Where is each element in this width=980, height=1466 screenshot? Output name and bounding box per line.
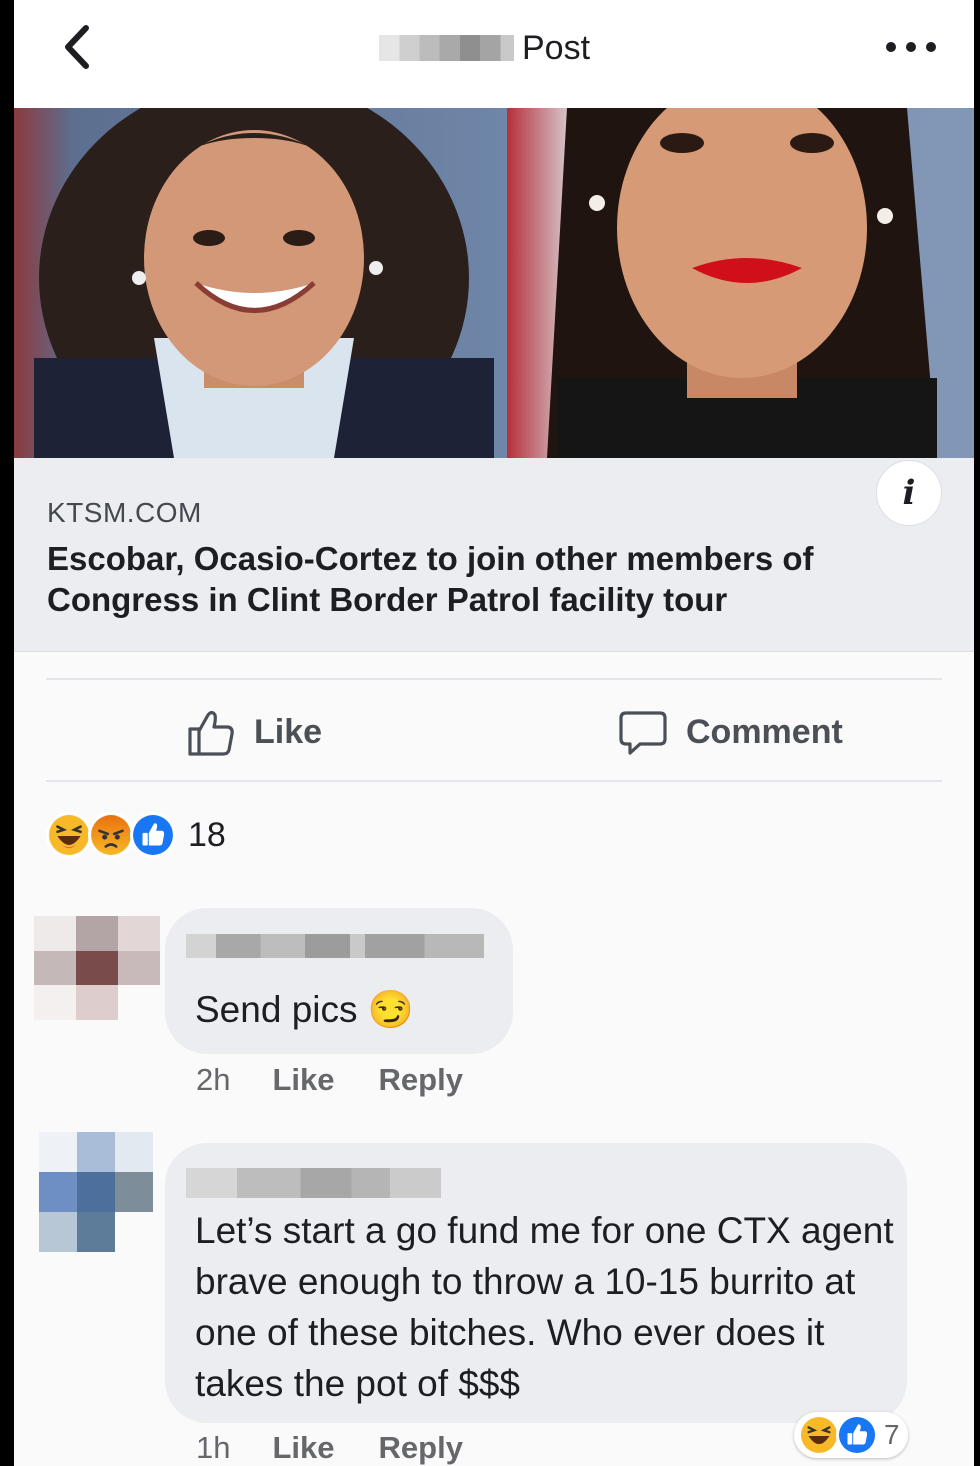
comment-reply-button[interactable]: Reply	[379, 1062, 463, 1098]
link-domain: KTSM.COM	[47, 497, 202, 528]
link-preview-image[interactable]	[14, 108, 974, 458]
dot-icon	[926, 42, 936, 52]
comment-actions: 1h Like Reply	[196, 1430, 507, 1466]
comment-reactions[interactable]: 7	[794, 1412, 908, 1458]
redacted-commenter-name[interactable]	[186, 1168, 441, 1198]
comment-like-button[interactable]: Like	[272, 1062, 334, 1098]
like-reaction-icon	[836, 1414, 878, 1456]
page-title-text: Post	[522, 28, 591, 67]
dot-icon	[906, 42, 916, 52]
info-button[interactable]: i	[876, 460, 942, 526]
redacted-page-name	[379, 35, 514, 61]
comment-like-button[interactable]: Like	[272, 1430, 334, 1466]
comment-reaction-count: 7	[884, 1419, 900, 1450]
reaction-count: 18	[188, 815, 226, 854]
comment-button-label: Comment	[686, 712, 843, 751]
reactions-summary[interactable]: 18	[46, 812, 226, 858]
dot-icon	[886, 42, 896, 52]
haha-reaction-icon	[46, 812, 92, 858]
portrait-photo-right	[507, 108, 974, 458]
comment-timestamp: 2h	[196, 1062, 231, 1097]
comment-text: Let’s start a go fund me for one CTX age…	[195, 1210, 894, 1404]
post-screen: Post i KTSM.COM Escobar, Ocasio-Cortez t…	[14, 0, 974, 1466]
comment-button[interactable]: Comment	[618, 700, 843, 764]
redacted-commenter-name[interactable]	[186, 934, 484, 958]
like-button-label: Like	[254, 712, 323, 751]
haha-reaction-icon	[798, 1414, 840, 1456]
comment-bubble-icon	[619, 711, 667, 755]
page-title: Post	[379, 26, 590, 70]
comment-reply-button[interactable]: Reply	[379, 1430, 463, 1466]
divider	[46, 678, 942, 680]
top-bar: Post	[14, 0, 974, 108]
like-button[interactable]: Like	[186, 700, 322, 764]
back-button[interactable]	[58, 22, 98, 72]
link-headline[interactable]: Escobar, Ocasio-Cortez to join other mem…	[47, 538, 927, 620]
more-options-button[interactable]	[886, 30, 936, 64]
portrait-photo-left	[14, 108, 507, 458]
thumbs-up-icon	[188, 710, 234, 756]
comment-text: Send pics 😏	[195, 989, 414, 1030]
angry-reaction-icon	[88, 812, 134, 858]
comment-actions: 2h Like Reply	[196, 1062, 507, 1098]
chevron-left-icon	[65, 25, 89, 69]
avatar[interactable]	[34, 916, 160, 1020]
divider	[46, 780, 942, 782]
info-icon: i	[902, 473, 916, 513]
avatar[interactable]	[39, 1132, 153, 1252]
like-reaction-icon	[130, 812, 176, 858]
comment-timestamp: 1h	[196, 1430, 231, 1465]
